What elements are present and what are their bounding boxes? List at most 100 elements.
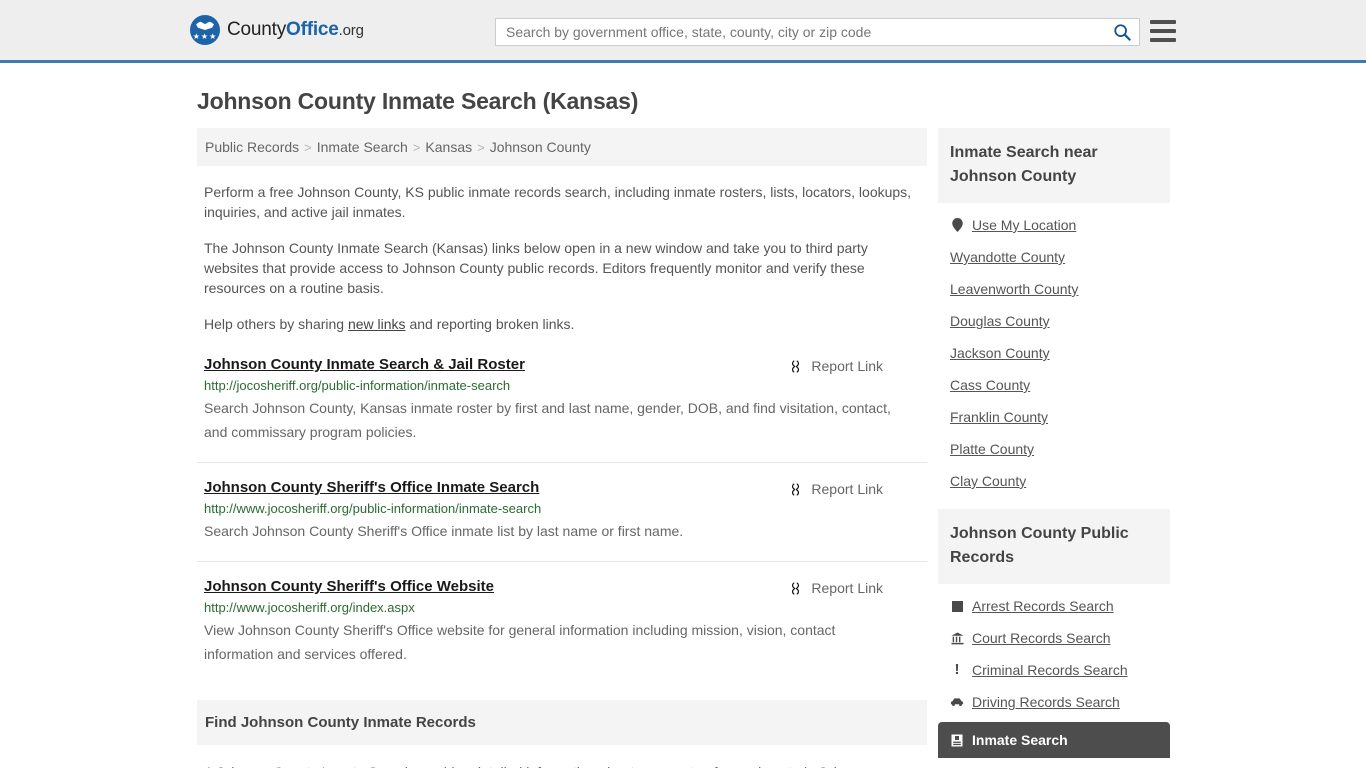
hamburger-menu-icon[interactable] (1150, 20, 1176, 42)
arrest-record-icon (950, 600, 964, 612)
sidebar-item-label: Cass County (950, 377, 1031, 393)
courthouse-icon (950, 631, 964, 645)
breadcrumb-item-johnson-county[interactable]: Johnson County (490, 139, 591, 155)
report-link-button[interactable]: Report Link (788, 580, 883, 596)
intro-p3-before: Help others by sharing (204, 316, 348, 332)
car-icon (950, 697, 964, 707)
result-title-link[interactable]: Johnson County Inmate Search & Jail Rost… (204, 356, 525, 373)
result-description: View Johnson County Sheriff's Office web… (204, 622, 836, 662)
broken-link-icon (792, 581, 800, 595)
sidebar-item-driving-records-search[interactable]: Driving Records Search (938, 686, 1170, 718)
sidebar-item-label: Franklin County (950, 409, 1049, 425)
result-title-link[interactable]: Johnson County Sheriff's Office Inmate S… (204, 479, 539, 496)
inmate-id-icon (950, 734, 964, 747)
intro-paragraph-1: Perform a free Johnson County, KS public… (204, 184, 912, 220)
search-bar[interactable] (495, 18, 1140, 46)
result-url[interactable]: http://www.jocosheriff.org/index.aspx (204, 600, 927, 615)
sidebar-public-records-list: Arrest Records Search Court Records Sear… (938, 584, 1170, 758)
sidebar-item-label: Driving Records Search (972, 694, 1120, 710)
report-link-label: Report Link (811, 580, 883, 596)
logo-text: CountyOffice.org (227, 19, 364, 41)
sidebar-item-wyandotte-county[interactable]: Wyandotte County (938, 241, 1170, 273)
sidebar-item-franklin-county[interactable]: Franklin County (938, 401, 1170, 433)
breadcrumb-item-public-records[interactable]: Public Records (205, 139, 299, 155)
county-office-eagle-logo-icon: ★★★ (190, 15, 220, 45)
logo-text-county: County (227, 19, 287, 40)
sidebar-public-records-header: Johnson County Public Records (938, 509, 1170, 584)
result-url[interactable]: http://www.jocosheriff.org/public-inform… (204, 501, 927, 516)
sidebar-item-label: Criminal Records Search (972, 662, 1128, 678)
page-title: Johnson County Inmate Search (Kansas) (197, 88, 639, 114)
report-link-button[interactable]: Report Link (788, 358, 883, 374)
intro-text: Perform a free Johnson County, KS public… (197, 182, 927, 334)
breadcrumb-separator: > (304, 140, 312, 155)
breadcrumb-separator: > (477, 140, 485, 155)
result-url[interactable]: http://jocosheriff.org/public-informatio… (204, 378, 927, 393)
breadcrumb-item-inmate-search[interactable]: Inmate Search (317, 139, 408, 155)
result-item: Johnson County Sheriff's Office Website … (197, 578, 927, 684)
sidebar-nearby-heading: Inmate Search near Johnson County (950, 144, 1098, 185)
logo-text-org: .org (338, 22, 364, 39)
site-header: ★★★ CountyOffice.org (0, 0, 1366, 63)
sidebar-item-label: Douglas County (950, 313, 1050, 329)
intro-paragraph-3: Help others by sharing new links and rep… (204, 314, 920, 334)
sidebar-item-criminal-records-search[interactable]: ! Criminal Records Search (938, 654, 1170, 686)
search-button[interactable] (1105, 19, 1139, 45)
find-records-section-body: A Johnson County Inmate Search provides … (197, 761, 927, 768)
new-links-link[interactable]: new links (348, 316, 406, 332)
exclamation-icon: ! (954, 661, 960, 678)
intro-paragraph-2: The Johnson County Inmate Search (Kansas… (204, 240, 868, 296)
sidebar-item-label: Leavenworth County (950, 281, 1079, 297)
intro-p3-after: and reporting broken links. (405, 316, 575, 332)
search-input[interactable] (496, 19, 1105, 45)
sidebar-item-clay-county[interactable]: Clay County (938, 465, 1170, 497)
result-title-link[interactable]: Johnson County Sheriff's Office Website (204, 578, 494, 595)
sidebar-item-label: Jackson County (950, 345, 1050, 361)
sidebar-item-platte-county[interactable]: Platte County (938, 433, 1170, 465)
sidebar-nearby-box: Inmate Search near Johnson County Use My… (938, 128, 1170, 497)
sidebar-item-label: Wyandotte County (950, 249, 1066, 265)
report-link-label: Report Link (811, 358, 883, 374)
broken-link-icon (792, 482, 800, 496)
sidebar-item-label: Arrest Records Search (972, 598, 1114, 614)
result-list: Johnson County Inmate Search & Jail Rost… (197, 356, 927, 684)
sidebar-item-cass-county[interactable]: Cass County (938, 369, 1170, 401)
search-icon (1114, 24, 1131, 41)
main-column: Public Records > Inmate Search > Kansas > John… (197, 128, 927, 768)
broken-link-icon (792, 359, 800, 373)
report-link-button[interactable]: Report Link (788, 481, 883, 497)
sidebar-nearby-header: Inmate Search near Johnson County (938, 128, 1170, 203)
content-columns: Public Records > Inmate Search > Kansas > John… (197, 128, 1176, 768)
breadcrumb-separator: > (412, 140, 421, 155)
sidebar-public-records-box: Johnson County Public Records Arrest Rec… (938, 509, 1170, 758)
sidebar-item-use-my-location[interactable]: Use My Location (938, 209, 1170, 241)
report-link-label: Report Link (811, 481, 883, 497)
sidebar: Inmate Search near Johnson County Use My… (938, 128, 1170, 768)
sidebar-public-records-heading: Johnson County Public Records (950, 525, 1129, 566)
breadcrumb-item-kansas[interactable]: Kansas (425, 139, 472, 155)
sidebar-item-label: Use My Location (972, 217, 1077, 233)
sidebar-item-jackson-county[interactable]: Jackson County (938, 337, 1170, 369)
sidebar-item-arrest-records-search[interactable]: Arrest Records Search (938, 590, 1170, 622)
result-item: Johnson County Sheriff's Office Inmate S… (197, 479, 927, 562)
result-item: Johnson County Inmate Search & Jail Rost… (197, 356, 927, 463)
sidebar-nearby-list: Use My Location Wyandotte County Leavenw… (938, 203, 1170, 497)
sidebar-item-label: Court Records Search (972, 630, 1111, 646)
find-records-paragraph: A Johnson County Inmate Search provides … (204, 761, 920, 768)
sidebar-item-label: Inmate Search (972, 732, 1068, 748)
find-records-section-header: Find Johnson County Inmate Records (197, 700, 927, 745)
breadcrumb: Public Records > Inmate Search > Kansas > John… (197, 128, 927, 166)
sidebar-item-inmate-search[interactable]: Inmate Search (938, 722, 1170, 758)
sidebar-item-leavenworth-county[interactable]: Leavenworth County (938, 273, 1170, 305)
sidebar-item-label: Clay County (950, 473, 1027, 489)
sidebar-item-douglas-county[interactable]: Douglas County (938, 305, 1170, 337)
sidebar-item-label: Platte County (950, 441, 1035, 457)
result-description: Search Johnson County, Kansas inmate ros… (204, 400, 891, 440)
logo-text-office: Office (286, 19, 339, 40)
site-logo[interactable]: ★★★ CountyOffice.org (190, 15, 364, 45)
page-container: Johnson County Inmate Search (Kansas) Pu… (0, 88, 1366, 768)
result-description: Search Johnson County Sheriff's Office i… (204, 523, 684, 539)
sidebar-item-court-records-search[interactable]: Court Records Search (938, 622, 1170, 654)
find-records-heading: Find Johnson County Inmate Records (205, 714, 476, 731)
map-pin-icon (950, 218, 964, 232)
